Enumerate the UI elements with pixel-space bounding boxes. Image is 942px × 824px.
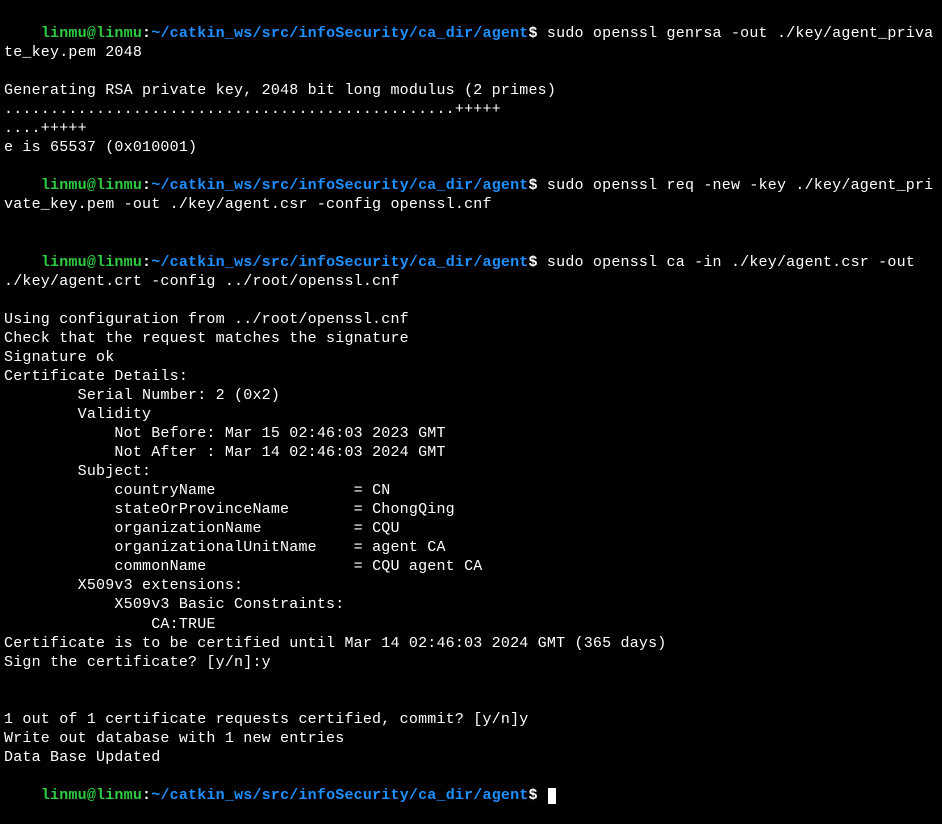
prompt-dollar: $	[529, 787, 538, 804]
output-ca-02: Check that the request matches the signa…	[4, 329, 938, 348]
output-genrsa-1: Generating RSA private key, 2048 bit lon…	[4, 81, 938, 100]
output-genrsa-3: ....+++++	[4, 119, 938, 138]
prompt-path: ~/catkin_ws/src/infoSecurity/ca_dir/agen…	[151, 177, 528, 194]
prompt-line-2: linmu@linmu:~/catkin_ws/src/infoSecurity…	[4, 157, 938, 233]
prompt-path: ~/catkin_ws/src/infoSecurity/ca_dir/agen…	[151, 787, 528, 804]
output-ca-15: X509v3 extensions:	[4, 576, 938, 595]
prompt-line-3: linmu@linmu:~/catkin_ws/src/infoSecurity…	[4, 234, 938, 310]
prompt-at: @	[87, 254, 96, 271]
output-ca-11: stateOrProvinceName = ChongQing	[4, 500, 938, 519]
blank-line-1	[4, 672, 938, 691]
prompt-path: ~/catkin_ws/src/infoSecurity/ca_dir/agen…	[151, 25, 528, 42]
prompt-user: linmu	[41, 254, 87, 271]
prompt-at: @	[87, 177, 96, 194]
blank-line-2	[4, 691, 938, 710]
output-ca-04: Certificate Details:	[4, 367, 938, 386]
output-ca-16: X509v3 Basic Constraints:	[4, 595, 938, 614]
output-ca-08: Not After : Mar 14 02:46:03 2024 GMT	[4, 443, 938, 462]
output-ca-22: Data Base Updated	[4, 748, 938, 767]
prompt-at: @	[87, 25, 96, 42]
output-ca-17: CA:TRUE	[4, 615, 938, 634]
prompt-host: linmu	[96, 177, 142, 194]
prompt-line-1: linmu@linmu:~/catkin_ws/src/infoSecurity…	[4, 5, 938, 81]
prompt-path: ~/catkin_ws/src/infoSecurity/ca_dir/agen…	[151, 254, 528, 271]
prompt-dollar: $	[529, 254, 538, 271]
prompt-user: linmu	[41, 25, 87, 42]
prompt-colon: :	[142, 177, 151, 194]
output-genrsa-4: e is 65537 (0x010001)	[4, 138, 938, 157]
prompt-line-4[interactable]: linmu@linmu:~/catkin_ws/src/infoSecurity…	[4, 767, 938, 824]
cursor-icon	[548, 788, 556, 804]
prompt-colon: :	[142, 787, 151, 804]
output-ca-21: Write out database with 1 new entries	[4, 729, 938, 748]
prompt-host: linmu	[96, 787, 142, 804]
output-ca-05: Serial Number: 2 (0x2)	[4, 386, 938, 405]
output-ca-18: Certificate is to be certified until Mar…	[4, 634, 938, 653]
prompt-host: linmu	[96, 25, 142, 42]
output-ca-14: commonName = CQU agent CA	[4, 557, 938, 576]
prompt-user: linmu	[41, 177, 87, 194]
prompt-dollar: $	[529, 25, 538, 42]
prompt-colon: :	[142, 254, 151, 271]
output-ca-01: Using configuration from ../root/openssl…	[4, 310, 938, 329]
output-ca-06: Validity	[4, 405, 938, 424]
prompt-colon: :	[142, 25, 151, 42]
terminal[interactable]: linmu@linmu:~/catkin_ws/src/infoSecurity…	[4, 5, 938, 824]
output-ca-09: Subject:	[4, 462, 938, 481]
output-genrsa-2: ........................................…	[4, 100, 938, 119]
prompt-at: @	[87, 787, 96, 804]
prompt-user: linmu	[41, 787, 87, 804]
output-ca-13: organizationalUnitName = agent CA	[4, 538, 938, 557]
output-ca-07: Not Before: Mar 15 02:46:03 2023 GMT	[4, 424, 938, 443]
output-ca-03: Signature ok	[4, 348, 938, 367]
output-ca-12: organizationName = CQU	[4, 519, 938, 538]
output-ca-20: 1 out of 1 certificate requests certifie…	[4, 710, 938, 729]
prompt-host: linmu	[96, 254, 142, 271]
prompt-dollar: $	[529, 177, 538, 194]
output-ca-19: Sign the certificate? [y/n]:y	[4, 653, 938, 672]
output-ca-10: countryName = CN	[4, 481, 938, 500]
